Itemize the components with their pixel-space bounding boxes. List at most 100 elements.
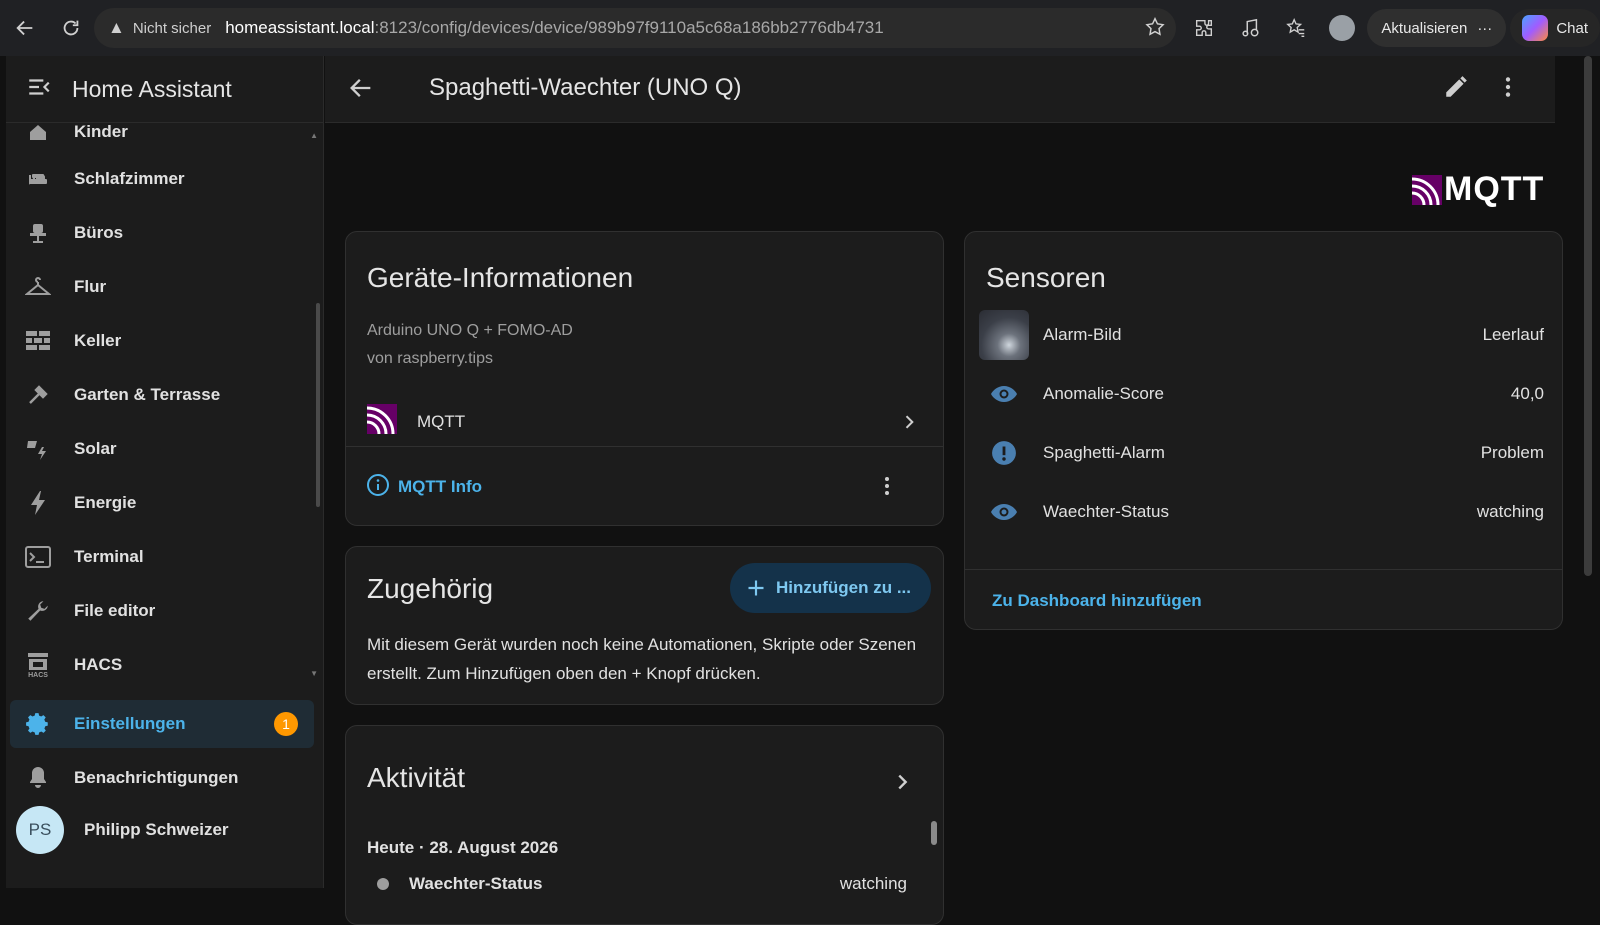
back-button[interactable] bbox=[2, 5, 48, 51]
more-vertical-icon[interactable] bbox=[1495, 74, 1521, 105]
sensor-row[interactable]: Spaghetti-Alarm Problem bbox=[965, 424, 1562, 482]
bed-icon bbox=[10, 167, 66, 191]
sidebar-item-label: Keller bbox=[74, 331, 122, 350]
scroll-up-icon[interactable]: ▲ bbox=[310, 131, 318, 140]
media-control-icon[interactable] bbox=[1229, 8, 1271, 48]
card-title: Aktivität bbox=[367, 762, 466, 793]
sidebar-item-label: Einstellungen bbox=[74, 714, 186, 733]
profile-avatar-icon bbox=[1329, 15, 1356, 41]
favorites-icon[interactable] bbox=[1275, 8, 1317, 48]
hacs-small-label: HACS bbox=[28, 671, 48, 679]
activity-entry[interactable]: Waechter-Status watching bbox=[377, 874, 907, 894]
more-dots-icon: ··· bbox=[1477, 19, 1493, 37]
related-description: Mit diesem Gerät wurden noch keine Autom… bbox=[367, 635, 917, 683]
sidebar-item-label: Terminal bbox=[74, 547, 144, 566]
main-scrollbar[interactable] bbox=[1584, 56, 1592, 576]
sidebar-item-hacs[interactable]: HACS HACS bbox=[10, 641, 314, 689]
sidebar-header: Home Assistant bbox=[6, 56, 323, 123]
reload-icon bbox=[63, 20, 79, 36]
update-label: Aktualisieren bbox=[1381, 19, 1468, 37]
device-vendor: von raspberry.tips bbox=[367, 350, 493, 367]
integration-name: MQTT bbox=[417, 411, 466, 431]
page-header: Spaghetti-Waechter (UNO Q) bbox=[325, 56, 1555, 123]
device-info-card: Geräte-Informationen Arduino UNO Q + FOM… bbox=[345, 231, 944, 526]
address-bar[interactable]: ▲ Nicht sicher homeassistant.local:8123/… bbox=[94, 8, 1176, 48]
mqtt-waves-icon bbox=[1412, 174, 1442, 205]
user-profile[interactable]: PS Philipp Schweizer bbox=[16, 806, 229, 854]
copilot-icon bbox=[1522, 15, 1549, 41]
sidebar-scrollbar[interactable] bbox=[316, 303, 320, 507]
integration-row[interactable]: MQTT bbox=[346, 397, 943, 447]
sensor-row[interactable]: Waechter-Status watching bbox=[965, 483, 1562, 541]
card-title: Geräte-Informationen bbox=[367, 262, 634, 293]
activity-date: Heute · 28. August 2026 bbox=[367, 838, 559, 857]
sidebar-item-terminal[interactable]: Terminal bbox=[10, 533, 314, 581]
page-title: Spaghetti-Waechter (UNO Q) bbox=[429, 74, 742, 101]
mqtt-info-link[interactable]: MQTT Info bbox=[398, 477, 482, 497]
update-button[interactable]: Aktualisieren ··· bbox=[1367, 9, 1507, 47]
extensions-icon[interactable] bbox=[1183, 8, 1225, 48]
add-to-dashboard-link[interactable]: Zu Dashboard hinzufügen bbox=[992, 591, 1202, 611]
image-thumbnail bbox=[965, 310, 1043, 360]
sensor-name: Spaghetti-Alarm bbox=[1043, 443, 1165, 462]
integration-logo: MQTT bbox=[1412, 170, 1544, 209]
hacs-icon: HACS bbox=[10, 652, 66, 679]
activity-entry-value: watching bbox=[839, 874, 907, 893]
eye-icon bbox=[965, 502, 1043, 522]
sidebar-item-file-editor[interactable]: File editor bbox=[10, 587, 314, 635]
sidebar-item-label: Flur bbox=[74, 277, 107, 296]
url-path: :8123/config/devices/device/989b97f9110a… bbox=[374, 18, 884, 37]
reload-button[interactable] bbox=[48, 5, 94, 51]
solar-power-icon bbox=[10, 437, 66, 461]
sidebar-item-label: HACS bbox=[74, 655, 123, 674]
related-card: Zugehörig Hinzufügen zu ... Mit diesem G… bbox=[345, 546, 944, 705]
pencil-icon[interactable] bbox=[1443, 74, 1469, 105]
notification-badge: 1 bbox=[274, 712, 298, 736]
sidebar-item-label: Kinder bbox=[74, 123, 128, 141]
scroll-down-icon[interactable]: ▼ bbox=[310, 669, 318, 678]
profile-avatar[interactable] bbox=[1321, 8, 1363, 48]
activity-entry-name: Waechter-Status bbox=[409, 874, 543, 893]
card-title: Zugehörig bbox=[367, 573, 494, 604]
sensor-state: Leerlauf bbox=[1482, 325, 1544, 344]
hanger-icon bbox=[10, 275, 66, 299]
menu-icon[interactable] bbox=[26, 74, 52, 105]
card-title: Sensoren bbox=[986, 262, 1106, 293]
sidebar-item-flur[interactable]: Flur bbox=[10, 263, 314, 311]
sensor-row[interactable]: Alarm-Bild Leerlauf bbox=[965, 306, 1562, 364]
chevron-right-icon[interactable] bbox=[891, 771, 913, 798]
sidebar-item-bueros[interactable]: Büros bbox=[10, 209, 314, 257]
sidebar-item-keller[interactable]: Keller bbox=[10, 317, 314, 365]
back-arrow-icon[interactable] bbox=[347, 74, 375, 107]
sidebar-item-label: Benachrichtigungen bbox=[74, 768, 239, 787]
activity-scrollbar[interactable] bbox=[931, 821, 937, 845]
office-chair-icon bbox=[10, 221, 66, 245]
warning-triangle-icon: ▲ bbox=[108, 18, 125, 37]
sidebar-item-einstellungen[interactable]: Einstellungen 1 bbox=[10, 700, 314, 748]
sidebar-item-schlafzimmer[interactable]: Schlafzimmer bbox=[10, 155, 314, 203]
console-icon bbox=[10, 546, 66, 568]
sidebar-item-label: Büros bbox=[74, 223, 124, 242]
add-to-label: Hinzufügen zu ... bbox=[775, 578, 911, 597]
sidebar-list: Kinder Schlafzimmer Büros Flur Keller Ga… bbox=[6, 123, 323, 743]
copilot-chat-button[interactable]: Chat bbox=[1510, 9, 1600, 47]
sidebar-item-label: File editor bbox=[74, 601, 156, 620]
sidebar-item-benachrichtigungen[interactable]: Benachrichtigungen bbox=[10, 754, 314, 802]
wrench-icon bbox=[10, 598, 66, 624]
sidebar-item-energie[interactable]: Energie bbox=[10, 479, 314, 527]
lightning-icon bbox=[10, 490, 66, 516]
sidebar-item-garten[interactable]: Garten & Terrasse bbox=[10, 371, 314, 419]
sensor-name: Waechter-Status bbox=[1043, 502, 1169, 521]
sidebar-item-solar[interactable]: Solar bbox=[10, 425, 314, 473]
sensor-name: Alarm-Bild bbox=[1043, 325, 1122, 344]
sidebar-item-kinder[interactable]: Kinder bbox=[10, 123, 314, 156]
favorite-star-icon[interactable] bbox=[1144, 16, 1166, 43]
add-to-button[interactable]: Hinzufügen zu ... bbox=[729, 563, 931, 613]
more-vertical-icon[interactable] bbox=[875, 474, 899, 503]
sensor-row[interactable]: Anomalie-Score 40,0 bbox=[965, 365, 1562, 423]
gear-icon bbox=[10, 711, 66, 737]
sensor-state: 40,0 bbox=[1510, 384, 1544, 403]
wall-icon bbox=[10, 330, 66, 352]
browser-toolbar: ▲ Nicht sicher homeassistant.local:8123/… bbox=[0, 0, 1600, 56]
sensor-name: Anomalie-Score bbox=[1043, 384, 1164, 403]
